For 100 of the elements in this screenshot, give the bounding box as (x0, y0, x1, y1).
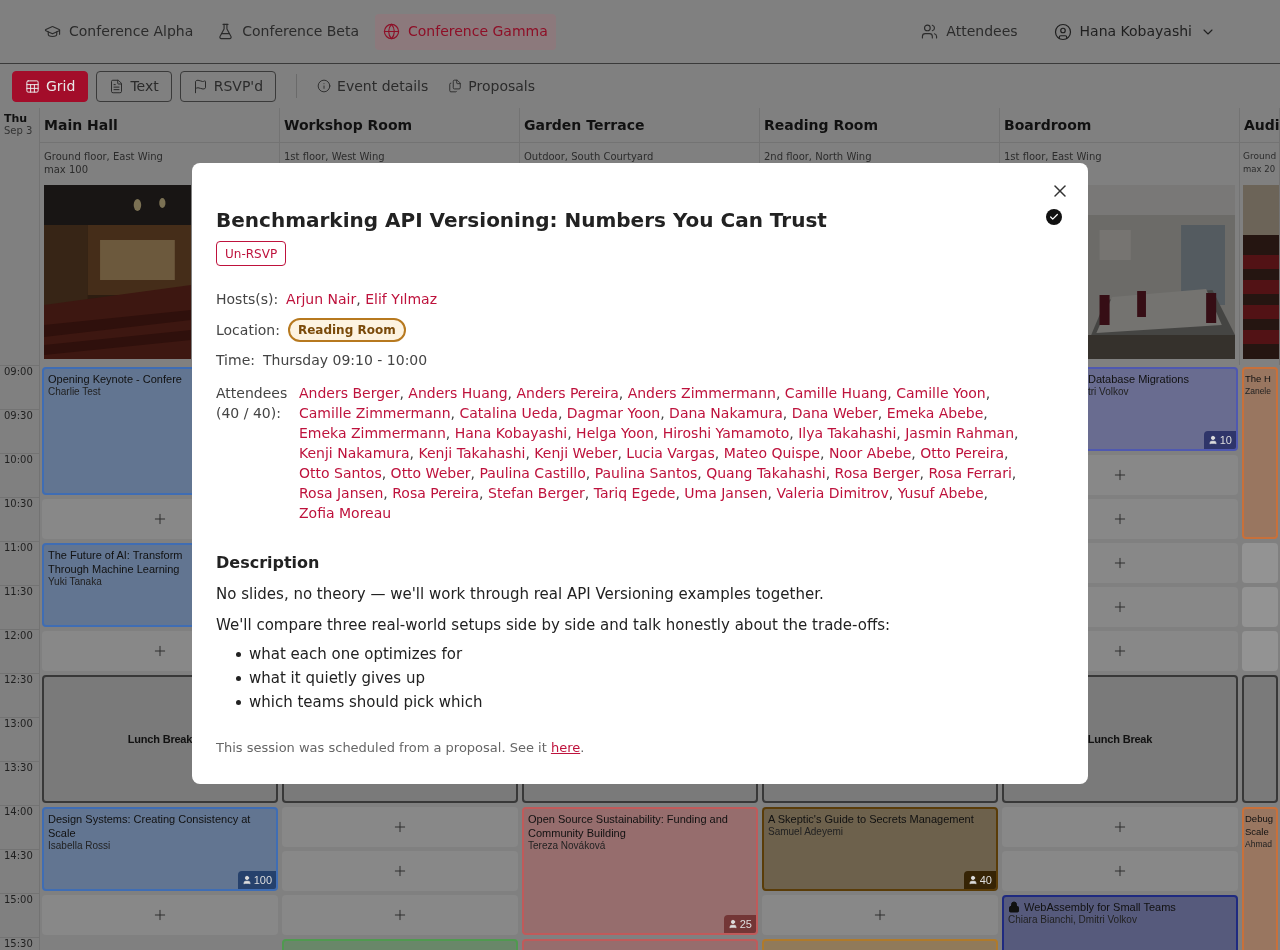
attendee-link[interactable]: Kenji Weber (534, 445, 618, 461)
attendee-link[interactable]: Kenji Nakamura (299, 445, 410, 461)
attendee-link[interactable]: Quang Takahashi (706, 465, 826, 481)
attendee-link[interactable]: Emeka Zimmermann (299, 425, 446, 441)
attendee-link[interactable]: Camille Zimmermann (299, 405, 451, 421)
event-title: WebAssembly for Small Teams (1024, 900, 1176, 914)
time-label: Time: (216, 351, 255, 370)
attendee-link[interactable]: Camille Yoon (896, 385, 986, 401)
attendee-link[interactable]: Lucia Vargas (626, 445, 715, 461)
add-icon (152, 511, 168, 527)
attendee-link[interactable]: Rosa Ferrari (928, 465, 1012, 481)
attendee-link[interactable]: Anders Zimmermann (627, 385, 776, 401)
bullet-text: what it quietly gives up (249, 668, 425, 689)
proposal-note: This session was scheduled from a proposal. See it here. (216, 739, 586, 757)
time-label: 10:30 (4, 499, 33, 509)
attendee-link[interactable]: Valeria Dimitrov (776, 485, 889, 501)
event-speakers: Samuel Adeyemi (768, 826, 844, 838)
time-label: 10:00 (4, 455, 33, 465)
rsvp-button[interactable]: Un-RSVP (216, 241, 287, 266)
attendee-link[interactable]: Yusuf Abebe (897, 485, 984, 501)
attendee-link[interactable]: Tariq Egede (593, 485, 676, 501)
user-menu[interactable]: Hana Kobayashi (1053, 21, 1216, 42)
bullet-icon (236, 651, 241, 657)
attendee-link[interactable]: Ilya Takahashi (798, 425, 897, 441)
event-title: The Future of AI: Transform Through Machine Learning (48, 548, 183, 576)
event-card[interactable]: Design Systems: Creating Consistency at Scale Isabella Rossi 100 (42, 807, 278, 891)
view-toggle[interactable]: RSVP'd (179, 70, 277, 102)
time-label: 14:30 (4, 851, 33, 861)
attendee-link[interactable]: Anders Pereira (516, 385, 619, 401)
toolbar-link[interactable]: Event details (317, 75, 429, 97)
attendee-link[interactable]: Mateo Quispe (723, 445, 820, 461)
add-icon (872, 907, 888, 923)
event-title: A Skeptic's Guide to Secrets Management (768, 812, 974, 826)
attendee-link[interactable]: Noor Abebe (828, 445, 912, 461)
view-toggle[interactable]: Grid (12, 70, 89, 102)
time-label: 14:00 (4, 807, 33, 817)
event-title: Design Systems: Creating Consistency at Scale (48, 812, 252, 840)
attendee-link[interactable]: Otto Santos (299, 465, 382, 481)
toolbar-link[interactable]: Proposals (448, 75, 535, 97)
attendee-link[interactable]: Anders Berger (299, 385, 400, 401)
room-capacity: max 100 (44, 163, 89, 176)
attendee-link[interactable]: Hiroshi Yamamoto (662, 425, 790, 441)
attendee-link[interactable]: Otto Weber (390, 465, 471, 481)
view-toggle[interactable]: Text (96, 70, 172, 102)
event-title: Opening Keynote - Confere (48, 372, 182, 386)
attendee-link[interactable]: Rosa Pereira (392, 485, 480, 501)
attendees-link[interactable]: Attendees (921, 21, 1018, 42)
event-card[interactable]: Open Source Sustainability: Funding and Community Building Tereza Nováková 25 (522, 807, 758, 935)
event-card[interactable]: The H Zanele (1242, 367, 1278, 539)
attendee-link[interactable]: Camille Huang (784, 385, 888, 401)
hosts-label: Hosts(s): (216, 290, 279, 309)
attendee-link[interactable]: Catalina Ueda (459, 405, 558, 421)
capacity-badge: 10 (1203, 431, 1236, 449)
attendee-link[interactable]: Rosa Jansen (299, 485, 384, 501)
bullet-text: which teams should pick which (249, 692, 483, 713)
add-icon (1112, 819, 1128, 835)
attendee-link[interactable]: Dana Nakamura (669, 405, 783, 421)
attendee-link[interactable]: Paulina Santos (594, 465, 698, 481)
event-speakers: Yuki Tanaka (48, 576, 102, 588)
event-title: Open Source Sustainability: Funding and Community Building (528, 812, 729, 840)
event-speakers: Tereza Nováková (528, 840, 606, 852)
add-icon (1112, 643, 1128, 659)
conference-tab[interactable]: Conference Beta (209, 13, 367, 50)
attendee-link[interactable]: Paulina Castillo (479, 465, 586, 481)
time-label: 09:00 (4, 367, 33, 377)
attendee-link[interactable]: Dagmar Yoon (566, 405, 661, 421)
capacity-badge: 25 (723, 915, 756, 933)
event-speakers: Charlie Test (48, 386, 101, 398)
bullet-icon (236, 675, 241, 681)
room-location: 2nd floor, North Wing (764, 150, 872, 163)
room-location: Ground (1243, 150, 1277, 163)
info-icon (317, 79, 332, 93)
add-icon (152, 643, 168, 659)
day-label: Thu (4, 112, 29, 125)
users-icon (921, 23, 939, 40)
event-speakers: Chiara Bianchi, Dmitri Volkov (1008, 914, 1137, 926)
proposal-link[interactable]: here (550, 740, 581, 755)
event-speakers: Ahmad (1245, 838, 1272, 850)
bullet-icon (236, 699, 241, 705)
event-card[interactable]: A Skeptic's Guide to Secrets Management Samuel Adeyemi 40 (762, 807, 998, 891)
attendee-link[interactable]: Hana Kobayashi (454, 425, 568, 441)
add-icon (1112, 599, 1128, 615)
host-link[interactable]: Elif Yılmaz (365, 291, 438, 307)
attendee-link[interactable]: Otto Pereira (920, 445, 1005, 461)
attendee-link[interactable]: Stefan Berger (488, 485, 585, 501)
attendee-link[interactable]: Emeka Abebe (886, 405, 984, 421)
attendee-link[interactable]: Dana Weber (791, 405, 878, 421)
attendee-link[interactable]: Anders Huang (408, 385, 508, 401)
attendee-link[interactable]: Kenji Takahashi (418, 445, 526, 461)
attendee-link[interactable]: Rosa Berger (834, 465, 920, 481)
host-link[interactable]: Arjun Nair (286, 291, 357, 307)
event-title: The H (1245, 372, 1271, 385)
location-badge[interactable]: Reading Room (287, 318, 406, 342)
attendee-link[interactable]: Uma Jansen (684, 485, 768, 501)
flask-icon (217, 23, 235, 40)
attendee-link[interactable]: Zofia Moreau (299, 505, 392, 521)
time-label: 12:00 (4, 631, 33, 641)
event-card[interactable]: Debug Scale Ahmad (1242, 807, 1278, 950)
conference-tab[interactable]: Conference Alpha (36, 13, 202, 50)
attendee-link[interactable]: Helga Yoon (576, 425, 654, 441)
